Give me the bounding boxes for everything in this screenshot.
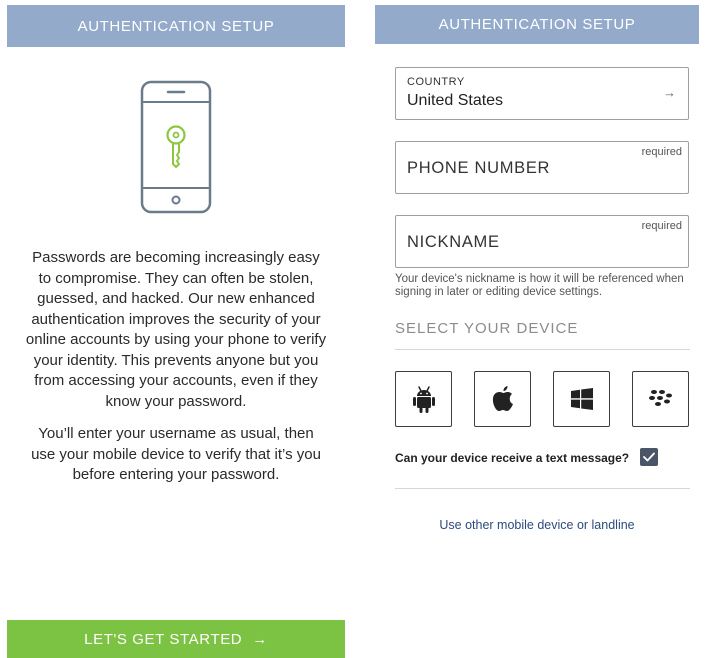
- phone-number-label: PHONE NUMBER: [407, 159, 551, 177]
- use-other-device-link[interactable]: Use other mobile device or landline: [375, 518, 699, 532]
- apple-icon: [492, 386, 513, 411]
- divider: [395, 349, 690, 350]
- required-indicator: required: [641, 146, 682, 158]
- divider: [395, 488, 690, 489]
- country-value: United States: [407, 92, 504, 109]
- setup-header-title: AUTHENTICATION SETUP: [438, 16, 636, 33]
- phone-number-field[interactable]: required PHONE NUMBER: [395, 141, 689, 194]
- required-indicator: required: [641, 220, 682, 232]
- apple-device-button[interactable]: [474, 371, 531, 427]
- country-select[interactable]: COUNTRY United States →: [395, 67, 689, 120]
- intro-text: Passwords are becoming increasingly easy…: [25, 248, 327, 498]
- intro-paragraph: You’ll enter your username as usual, the…: [31, 425, 321, 483]
- arrow-right-icon: →: [252, 630, 268, 648]
- intro-paragraph: Passwords are becoming increasingly easy…: [25, 249, 327, 410]
- get-started-button[interactable]: LET'S GET STARTED →: [7, 620, 345, 658]
- checkmark-icon: [643, 452, 655, 462]
- text-message-checkbox[interactable]: [640, 448, 658, 466]
- android-device-button[interactable]: [395, 371, 452, 427]
- windows-device-button[interactable]: [553, 371, 610, 427]
- setup-form-panel: AUTHENTICATION SETUP COUNTRY United Stat…: [375, 0, 699, 658]
- get-started-label: LET'S GET STARTED: [84, 630, 243, 648]
- text-message-question: Can your device receive a text message?: [395, 451, 630, 465]
- nickname-helper-text: Your device's nickname is how it will be…: [395, 273, 684, 298]
- select-device-title: SELECT YOUR DEVICE: [395, 320, 579, 337]
- country-label: COUNTRY: [407, 76, 465, 88]
- intro-header-title: AUTHENTICATION SETUP: [77, 17, 275, 35]
- nickname-label: NICKNAME: [407, 233, 500, 251]
- phone-with-key-icon: [139, 80, 213, 219]
- arrow-right-icon: →: [663, 85, 676, 100]
- intro-panel: AUTHENTICATION SETUP Passwords are becom…: [7, 0, 345, 658]
- blackberry-device-button[interactable]: [632, 371, 689, 427]
- nickname-field[interactable]: required NICKNAME: [395, 215, 689, 268]
- windows-icon: [570, 388, 593, 410]
- setup-header: AUTHENTICATION SETUP: [375, 5, 699, 44]
- blackberry-icon: [648, 390, 672, 406]
- android-icon: [412, 386, 435, 413]
- intro-header: AUTHENTICATION SETUP: [7, 5, 345, 47]
